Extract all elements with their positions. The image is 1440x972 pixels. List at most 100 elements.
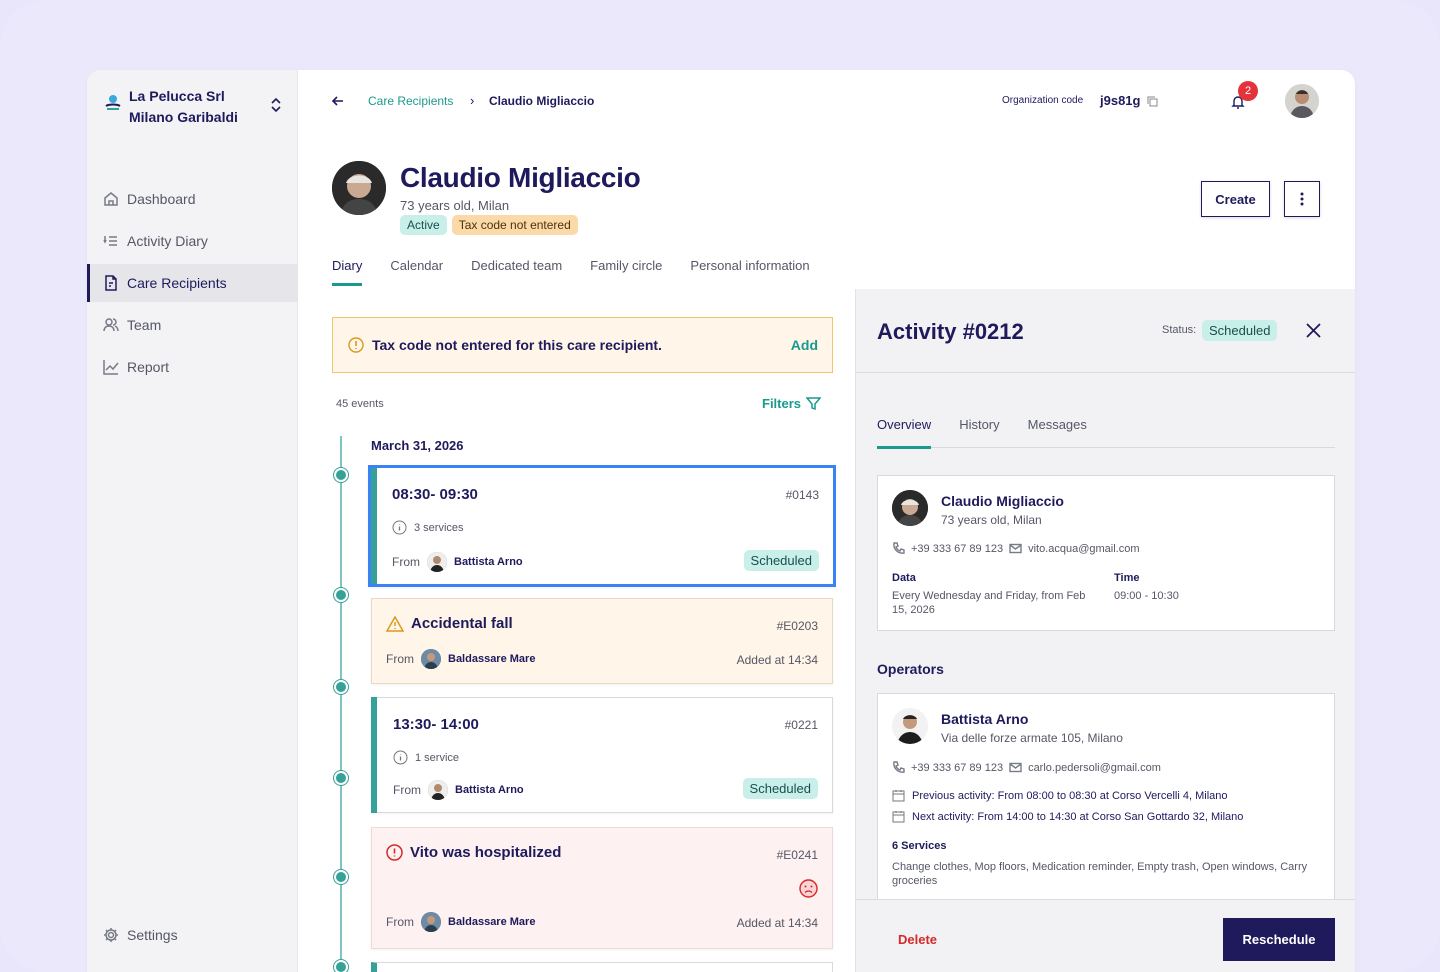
phone-icon (893, 761, 905, 773)
activity-card[interactable]: 13:30- 14:00 #0221 1 service From Battis… (371, 697, 833, 813)
operator-avatar (427, 552, 447, 572)
filters-button[interactable]: Filters (762, 396, 822, 411)
home-icon (104, 192, 118, 206)
card-time: 08:30- 09:30 (392, 486, 478, 503)
topbar: Care Recipients › Claudio Migliaccio Org… (299, 70, 1355, 134)
operator-avatar (892, 708, 928, 744)
nav-item-settings[interactable]: Settings (87, 916, 298, 954)
card-from: From Baldassare Mare (386, 649, 535, 669)
org-code-label: Organization code (1002, 95, 1084, 106)
phone-icon (893, 542, 905, 554)
operator-phone[interactable]: +39 333 67 89 123 (911, 762, 1003, 774)
tab-calendar[interactable]: Calendar (390, 258, 443, 286)
alert-text: Tax code not entered for this care recip… (372, 337, 662, 353)
data-label: Data (892, 572, 916, 584)
panel-footer: Delete Reschedule (856, 899, 1355, 972)
operators-heading: Operators (877, 661, 944, 677)
previous-activity-label: Previous activity: (912, 789, 995, 802)
main-nav: Dashboard Activity Diary Care Recipients… (87, 180, 298, 390)
user-avatar[interactable] (1285, 84, 1319, 118)
filters-label: Filters (762, 396, 802, 411)
nav-item-team[interactable]: Team (87, 306, 298, 344)
copy-icon[interactable] (1147, 96, 1158, 107)
time-label: Time (1114, 572, 1140, 584)
breadcrumb-separator: › (470, 93, 475, 108)
operator-address: Via delle forze armate 105, Milano (941, 731, 1123, 745)
more-options-button[interactable] (1284, 181, 1320, 217)
from-label: From (393, 783, 421, 797)
reschedule-button[interactable]: Reschedule (1223, 918, 1335, 961)
delete-button[interactable]: Delete (898, 932, 937, 947)
tax-code-badge: Tax code not entered (451, 215, 578, 235)
nav-label: Dashboard (127, 191, 196, 207)
tab-personal-information[interactable]: Personal information (690, 258, 809, 286)
org-line1: La Pelucca Srl (129, 88, 225, 104)
document-icon (105, 275, 117, 291)
tax-code-alert: Tax code not entered for this care recip… (332, 317, 833, 373)
org-name: La Pelucca Srl Milano Garibaldi (129, 86, 283, 128)
recipient-phone[interactable]: +39 333 67 89 123 (911, 543, 1003, 555)
tab-history[interactable]: History (959, 416, 999, 448)
card-id: #E0241 (776, 848, 818, 862)
activity-card-partial[interactable] (371, 962, 833, 972)
recipient-email[interactable]: vito.acqua@gmail.com (1028, 543, 1139, 555)
operator-email[interactable]: carlo.pedersoli@gmail.com (1028, 762, 1161, 774)
breadcrumb-parent[interactable]: Care Recipients (368, 94, 453, 108)
panel-header: Activity #0212 Status: Scheduled (856, 289, 1355, 373)
added-time: Added at 14:34 (736, 653, 818, 667)
tab-family-circle[interactable]: Family circle (590, 258, 662, 286)
nav-item-care-recipients[interactable]: Care Recipients (87, 264, 298, 302)
create-button[interactable]: Create (1201, 181, 1270, 217)
recipient-subtitle: 73 years old, Milan (400, 198, 510, 213)
events-count: 45 events (336, 398, 384, 410)
org-switcher[interactable]: La Pelucca Srl Milano Garibaldi (103, 86, 283, 126)
status-badges: Active Tax code not entered (400, 215, 578, 235)
from-name: Baldassare Mare (448, 916, 536, 928)
close-icon[interactable] (1305, 322, 1322, 339)
nav-item-activity-diary[interactable]: Activity Diary (87, 222, 298, 260)
from-name: Baldassare Mare (448, 653, 536, 665)
card-from: From Battista Arno (392, 552, 523, 572)
status-label: Status: (1162, 324, 1197, 336)
add-tax-code-link[interactable]: Add (791, 337, 818, 353)
timeline-dot (334, 870, 348, 884)
info-icon (392, 520, 407, 535)
operator-contacts: +39 333 67 89 123 carlo.pedersoli@gmail.… (892, 761, 1161, 774)
next-activity-value: From 14:00 to 14:30 at Corso San Gottard… (977, 810, 1244, 823)
services-count: 3 services (414, 521, 464, 534)
nav-item-report[interactable]: Report (87, 348, 298, 386)
nav-label: Settings (127, 927, 178, 943)
card-services: 1 service (393, 750, 459, 765)
settings-nav: Settings (87, 916, 298, 958)
tab-overview[interactable]: Overview (877, 416, 932, 449)
event-title: Accidental fall (386, 615, 513, 632)
back-arrow-icon[interactable] (331, 94, 345, 108)
event-title: Vito was hospitalized (386, 844, 561, 861)
data-value: Every Wednesday and Friday, from Feb 15,… (892, 590, 1086, 616)
event-title-text: Vito was hospitalized (410, 844, 562, 861)
sad-face-icon (799, 879, 818, 898)
from-name: Battista Arno (454, 556, 523, 568)
tab-messages[interactable]: Messages (1028, 416, 1087, 448)
org-code-value: j9s81g (1100, 93, 1141, 108)
tab-diary[interactable]: Diary (332, 258, 363, 286)
from-label: From (392, 555, 420, 569)
card-from: From Baldassare Mare (386, 912, 535, 932)
event-card-hospitalized[interactable]: Vito was hospitalized #E0241 From Baldas… (371, 827, 833, 949)
info-icon (393, 750, 408, 765)
activity-detail-panel: Activity #0212 Status: Scheduled Overvie… (855, 289, 1355, 972)
status-badge: Scheduled (743, 550, 819, 571)
operator-card: Battista Arno Via delle forze armate 105… (877, 693, 1335, 903)
tab-dedicated-team[interactable]: Dedicated team (471, 258, 562, 286)
operator-avatar (421, 649, 441, 669)
previous-activity-value: From 08:00 to 08:30 at Corso Vercelli 4,… (997, 789, 1228, 802)
activity-card-selected[interactable]: 08:30- 09:30 #0143 3 services From Batti… (368, 465, 836, 587)
operator-avatar (421, 912, 441, 932)
chevron-updown-icon[interactable] (269, 96, 283, 114)
activity-title: Activity #0212 (877, 319, 1024, 344)
operator-name: Battista Arno (941, 711, 1029, 727)
nav-item-dashboard[interactable]: Dashboard (87, 180, 298, 218)
panel-tabs: Overview History Messages (877, 416, 1335, 449)
event-card-accidental-fall[interactable]: Accidental fall #E0203 From Baldassare M… (371, 598, 833, 684)
recipient-avatar (892, 490, 928, 526)
